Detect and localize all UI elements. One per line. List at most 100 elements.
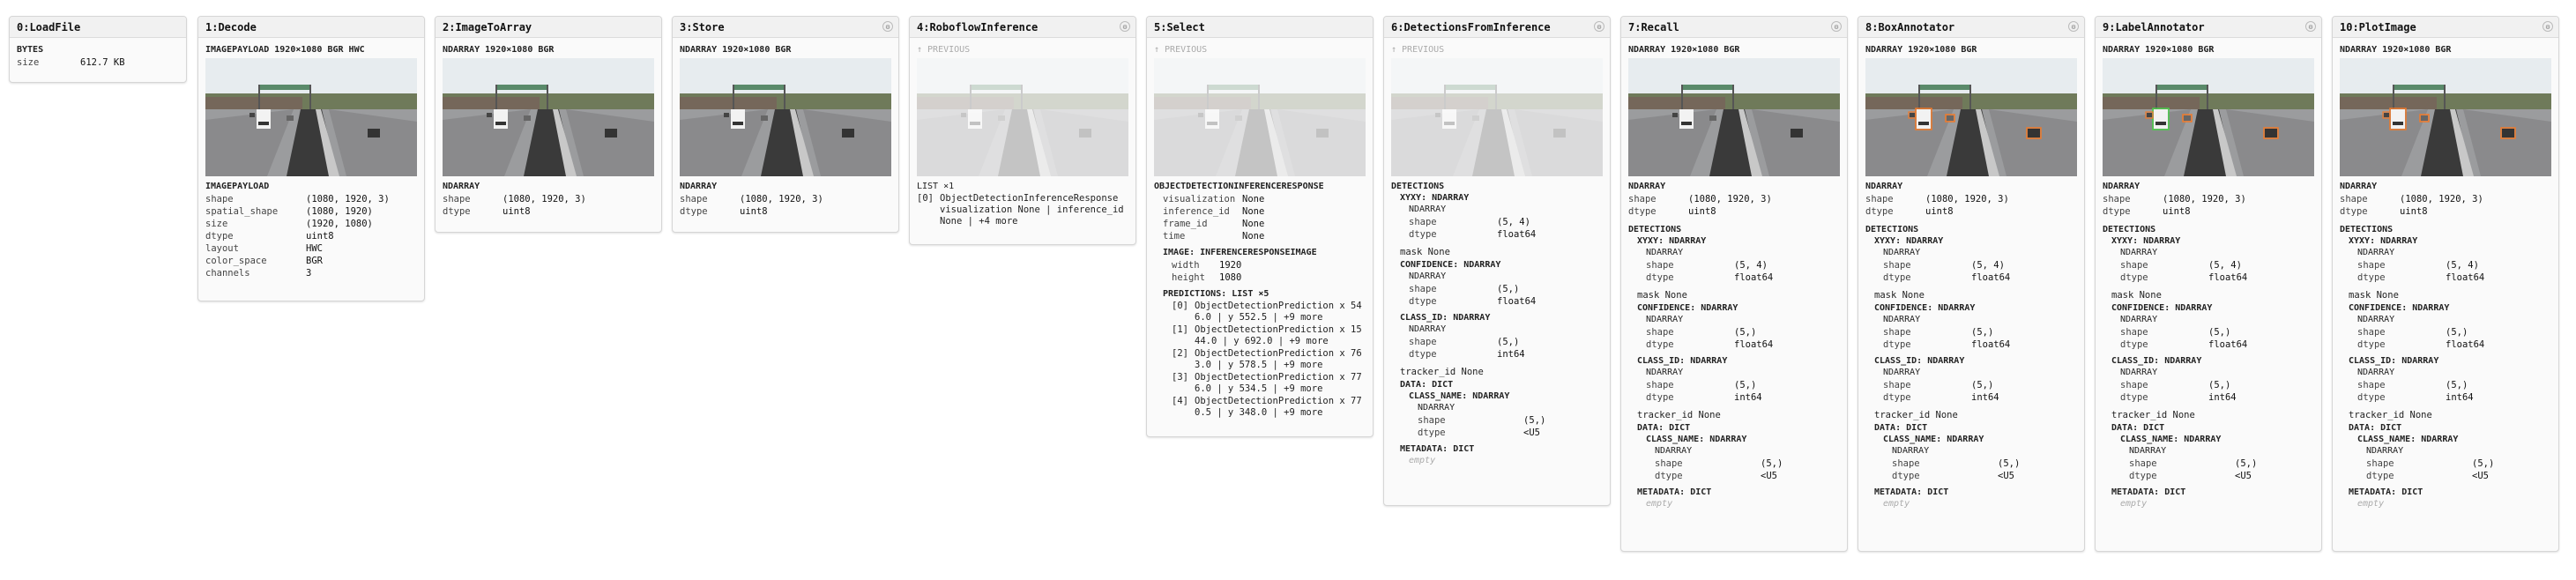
field-value: (5, 4) xyxy=(1497,217,1530,227)
field-value: None xyxy=(1242,194,1265,204)
node-select[interactable]: 5:Select ↑ PREVIOUS OBJECTDETECTIONINFER… xyxy=(1146,16,1374,437)
field-key: shape xyxy=(1655,458,1683,469)
node-header[interactable]: 10:PlotImage ⚙ xyxy=(2333,17,2558,38)
field-key: layout xyxy=(205,243,239,254)
section-label: CLASS_NAME: NDARRAY xyxy=(1646,435,1747,444)
node-roboflow-inference[interactable]: 4:RoboflowInference ⚙ ↑ PREVIOUS LIST ×1… xyxy=(909,16,1136,245)
field-key: dtype xyxy=(1418,428,1446,438)
section-label: CLASS_NAME: NDARRAY xyxy=(2357,435,2459,444)
node-title: 2:ImageToArray xyxy=(443,20,532,33)
field-key: shape xyxy=(443,194,471,204)
type-label: NDARRAY xyxy=(1892,446,1930,456)
section-label: METADATA: DICT xyxy=(2111,487,2186,497)
field-key: dtype xyxy=(2366,471,2394,481)
list-item[interactable]: [1] ObjectDetectionPrediction x 1544.0 | … xyxy=(1172,324,1366,347)
empty-label: empty xyxy=(1646,499,1673,509)
node-header[interactable]: 1:Decode xyxy=(198,17,424,38)
node-label-annotator[interactable]: 9:LabelAnnotator ⚙ NDARRAY 1920×1080 BGR… xyxy=(2095,16,2322,552)
node-store[interactable]: 3:Store ⚙ NDARRAY 1920×1080 BGR NDARRAY … xyxy=(672,16,899,233)
field-key: shape xyxy=(2357,380,2386,390)
node-header[interactable]: 7:Recall ⚙ xyxy=(1621,17,1847,38)
previous-label[interactable]: ↑ PREVIOUS xyxy=(1391,45,1603,55)
field-key: shape xyxy=(1409,284,1437,294)
field-key: shape xyxy=(1409,337,1437,347)
node-detections-from-inference[interactable]: 6:DetectionsFromInference ⚙ ↑ PREVIOUS D… xyxy=(1383,16,1611,506)
field-value: float64 xyxy=(1971,272,2011,283)
output-header: NDARRAY 1920×1080 BGR xyxy=(1628,45,1740,55)
field-value: 1920 xyxy=(1219,260,1242,271)
previous-label[interactable]: ↑ PREVIOUS xyxy=(1154,45,1366,55)
node-box-annotator[interactable]: 8:BoxAnnotator ⚙ NDARRAY 1920×1080 BGR N… xyxy=(1858,16,2085,552)
list-item[interactable]: [4] ObjectDetectionPrediction x 770.5 | y… xyxy=(1172,396,1366,419)
field-value: (5,) xyxy=(1497,284,1520,294)
node-header[interactable]: 4:RoboflowInference ⚙ xyxy=(910,17,1135,38)
field-key: dtype xyxy=(2340,206,2368,217)
section-label: METADATA: DICT xyxy=(1874,487,1949,497)
highway-preview-image xyxy=(1628,58,1840,176)
previous-label[interactable]: ↑ PREVIOUS xyxy=(917,45,1128,55)
field-key: shape xyxy=(1883,380,1911,390)
field-key: time xyxy=(1163,231,1186,242)
node-header[interactable]: 0:LoadFile xyxy=(10,17,186,38)
field-value: (5,) xyxy=(1998,458,2021,469)
node-header[interactable]: 3:Store ⚙ xyxy=(673,17,898,38)
node-header[interactable]: 6:DetectionsFromInference ⚙ xyxy=(1384,17,1610,38)
type-label: NDARRAY xyxy=(2357,368,2395,377)
type-label: NDARRAY xyxy=(2357,248,2395,257)
gear-icon[interactable]: ⚙ xyxy=(1831,21,1842,32)
section-label: NDARRAY xyxy=(2340,182,2378,191)
list-item[interactable]: [0] ObjectDetectionPrediction x 546.0 | y… xyxy=(1172,301,1366,323)
list-item[interactable]: [0] ObjectDetectionInferenceResponse vis… xyxy=(917,193,1128,227)
field-value: int64 xyxy=(1734,392,1762,403)
section-label: DETECTIONS xyxy=(2103,225,2156,234)
field-value: <U5 xyxy=(1998,471,2014,481)
gear-icon[interactable]: ⚙ xyxy=(2068,21,2079,32)
field-row: tracker_id None xyxy=(1637,410,1721,420)
node-plot-image[interactable]: 10:PlotImage ⚙ NDARRAY 1920×1080 BGR NDA… xyxy=(2332,16,2559,552)
field-value: <U5 xyxy=(2472,471,2489,481)
field-value: (5,) xyxy=(2208,327,2231,338)
field-key: shape xyxy=(1892,458,1920,469)
section-label: DETECTIONS xyxy=(2340,225,2394,234)
field-key: shape xyxy=(1646,260,1674,271)
type-label: NDARRAY xyxy=(2120,315,2158,324)
node-recall[interactable]: 7:Recall ⚙ NDARRAY 1920×1080 BGR NDARRAY… xyxy=(1620,16,1848,552)
list-item[interactable]: [2] ObjectDetectionPrediction x 763.0 | y… xyxy=(1172,348,1366,371)
section-label: NDARRAY xyxy=(2103,182,2140,191)
node-header[interactable]: 2:ImageToArray xyxy=(436,17,661,38)
field-key: dtype xyxy=(1409,296,1437,307)
node-header[interactable]: 9:LabelAnnotator ⚙ xyxy=(2096,17,2321,38)
field-value: (5, 4) xyxy=(1971,260,2005,271)
output-header: NDARRAY 1920×1080 BGR xyxy=(2340,45,2452,55)
node-decode[interactable]: 1:Decode IMAGEPAYLOAD 1920×1080 BGR HWC … xyxy=(197,16,425,301)
gear-icon[interactable]: ⚙ xyxy=(2542,21,2553,32)
field-value: uint8 xyxy=(503,206,531,217)
section-label: CONFIDENCE: NDARRAY xyxy=(2349,303,2450,313)
gear-icon[interactable]: ⚙ xyxy=(1120,21,1130,32)
field-row: mask None xyxy=(2349,290,2399,301)
field-value: float64 xyxy=(1734,272,1774,283)
item-text: ObjectDetectionPrediction x 546.0 | y 55… xyxy=(1195,301,1362,323)
node-header[interactable]: 5:Select xyxy=(1147,17,1373,38)
field-value: (1080, 1920, 3) xyxy=(503,194,586,204)
field-value: None xyxy=(1242,231,1265,242)
field-key: dtype xyxy=(1646,339,1674,350)
field-key: dtype xyxy=(205,231,234,242)
detections-tree: DETECTIONS XYXY: NDARRAY NDARRAY shape (5… xyxy=(1865,225,2077,509)
highway-preview-image xyxy=(2340,58,2551,176)
node-header[interactable]: 8:BoxAnnotator ⚙ xyxy=(1858,17,2084,38)
node-load-file[interactable]: 0:LoadFile BYTES size 612.7 KB xyxy=(9,16,187,83)
field-key: dtype xyxy=(1865,206,1894,217)
section-label: DETECTIONS xyxy=(1865,225,1919,234)
list-item[interactable]: [3] ObjectDetectionPrediction x 776.0 | y… xyxy=(1172,372,1366,395)
field-value: (5,) xyxy=(2472,458,2495,469)
field-value: float64 xyxy=(2446,272,2485,283)
node-image-to-array[interactable]: 2:ImageToArray NDARRAY 1920×1080 BGR NDA… xyxy=(435,16,662,233)
gear-icon[interactable]: ⚙ xyxy=(1594,21,1604,32)
gear-icon[interactable]: ⚙ xyxy=(882,21,893,32)
empty-label: empty xyxy=(1409,456,1436,465)
gear-icon[interactable]: ⚙ xyxy=(2305,21,2316,32)
item-text: ObjectDetectionPrediction x 1544.0 | y 6… xyxy=(1195,324,1362,346)
section-label: XYXY: NDARRAY xyxy=(1874,236,1944,246)
node-title: 9:LabelAnnotator xyxy=(2103,20,2205,33)
